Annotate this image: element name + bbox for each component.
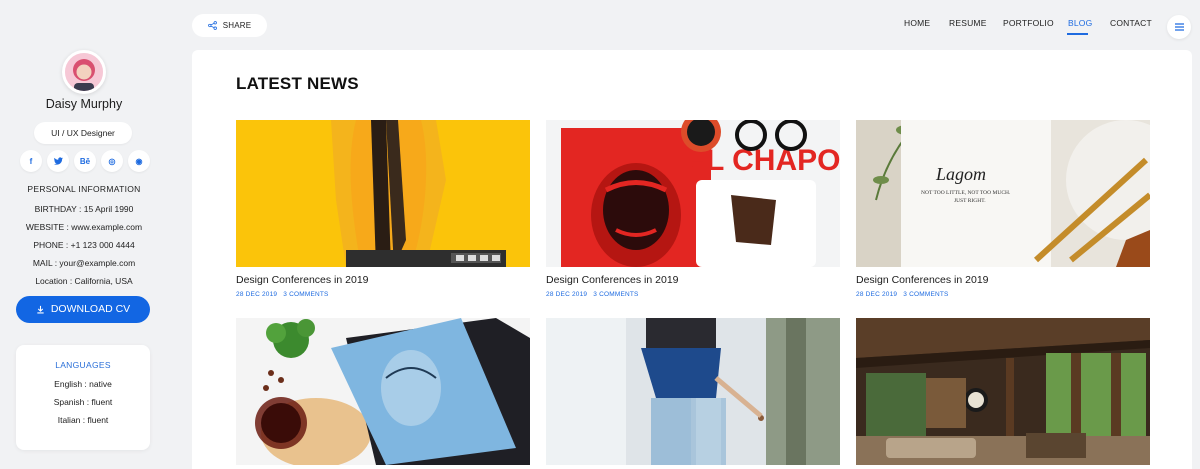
profile-name: Daisy Murphy	[45, 97, 123, 111]
blog-card-image[interactable]: EL CHAPO	[546, 120, 840, 267]
nav-home[interactable]: HOME	[904, 18, 930, 28]
languages-heading: LANGUAGES	[55, 360, 111, 370]
lagom-sub1-text: NOT TOO LITTLE, NOT TOO MUCH.	[921, 190, 1011, 196]
nav-portfolio[interactable]: PORTFOLIO	[1003, 18, 1054, 28]
blog-card[interactable]	[856, 318, 1150, 465]
languages-list: English : native Spanish : fluent Italia…	[16, 379, 150, 433]
nav-active-underline	[1067, 33, 1088, 35]
github-icon[interactable]: ◉	[128, 150, 150, 172]
blog-card[interactable]: Design Conferences in 2019 28 DEC 2019 3…	[236, 120, 530, 298]
phone-item: PHONE : +1 123 000 4444	[33, 240, 135, 250]
blog-card-image[interactable]: Lagom NOT TOO LITTLE, NOT TOO MUCH. JUST…	[856, 120, 1150, 267]
blog-card-image[interactable]	[856, 318, 1150, 465]
dribbble-icon[interactable]: ◎	[101, 150, 123, 172]
blog-card-meta: 28 DEC 2019 3 COMMENTS	[546, 291, 840, 298]
blog-card-image[interactable]	[236, 318, 530, 465]
share-label: SHARE	[222, 21, 252, 30]
profile-role-badge: UI / UX Designer	[34, 122, 132, 144]
menu-button[interactable]	[1167, 15, 1191, 39]
language-item: Spanish : fluent	[53, 397, 113, 407]
mail-item: MAIL : your@example.com	[32, 258, 136, 268]
download-cv-button[interactable]: DOWNLOAD CV	[16, 296, 150, 323]
section-title: LATEST NEWS	[236, 74, 359, 93]
personal-info-heading: PERSONAL INFORMATION	[27, 184, 141, 194]
website-item: WEBSITE : www.example.com	[25, 222, 143, 232]
blog-card-image[interactable]	[236, 120, 530, 267]
twitter-icon[interactable]	[47, 150, 69, 172]
personal-info-list: BIRTHDAY : 15 April 1990 WEBSITE : www.e…	[0, 204, 168, 294]
nav-contact[interactable]: CONTACT	[1110, 18, 1152, 28]
birthday-item: BIRTHDAY : 15 April 1990	[34, 204, 134, 214]
blog-card-comments[interactable]: 3 COMMENTS	[903, 291, 948, 298]
nav-resume[interactable]: RESUME	[949, 18, 987, 28]
blog-card[interactable]	[236, 318, 530, 465]
language-item: Italian : fluent	[57, 415, 109, 425]
language-item: English : native	[54, 379, 112, 389]
blog-card-title[interactable]: Design Conferences in 2019	[856, 274, 1150, 286]
lagom-sub2-text: JUST RIGHT.	[954, 198, 986, 204]
blog-card-comments[interactable]: 3 COMMENTS	[283, 291, 328, 298]
blog-card-date: 28 DEC 2019	[546, 291, 588, 298]
blog-card-meta: 28 DEC 2019 3 COMMENTS	[856, 291, 1150, 298]
share-button[interactable]: SHARE	[192, 14, 267, 37]
blog-card-title[interactable]: Design Conferences in 2019	[546, 274, 840, 286]
social-links: f Bē ◎ ◉	[20, 150, 150, 172]
behance-icon[interactable]: Bē	[74, 150, 96, 172]
blog-card-title[interactable]: Design Conferences in 2019	[236, 274, 530, 286]
download-icon	[37, 305, 44, 314]
lagom-text: Lagom	[935, 164, 986, 184]
nav-blog[interactable]: BLOG	[1068, 18, 1092, 28]
profile-sidebar: Daisy Murphy UI / UX Designer f Bē ◎ ◉ P…	[0, 0, 192, 469]
avatar	[62, 50, 106, 94]
blog-card-date: 28 DEC 2019	[856, 291, 898, 298]
blog-card-date: 28 DEC 2019	[236, 291, 278, 298]
facebook-icon[interactable]: f	[20, 150, 42, 172]
blog-card[interactable]	[546, 318, 840, 465]
blog-card-comments[interactable]: 3 COMMENTS	[593, 291, 638, 298]
blog-card-meta: 28 DEC 2019 3 COMMENTS	[236, 291, 530, 298]
share-icon	[207, 21, 217, 30]
languages-card: LANGUAGES English : native Spanish : flu…	[16, 345, 150, 450]
blog-card[interactable]: EL CHAPO Design Conferences in 2019 28 D…	[546, 120, 840, 298]
blog-card-image[interactable]	[546, 318, 840, 465]
blog-card[interactable]: Lagom NOT TOO LITTLE, NOT TOO MUCH. JUST…	[856, 120, 1150, 298]
hamburger-menu-icon	[1174, 23, 1184, 31]
download-cv-label: DOWNLOAD CV	[50, 303, 131, 315]
blog-main-panel: LATEST NEWS Design Conferences in 2019 2…	[192, 50, 1192, 469]
location-item: Location : California, USA	[35, 276, 133, 286]
